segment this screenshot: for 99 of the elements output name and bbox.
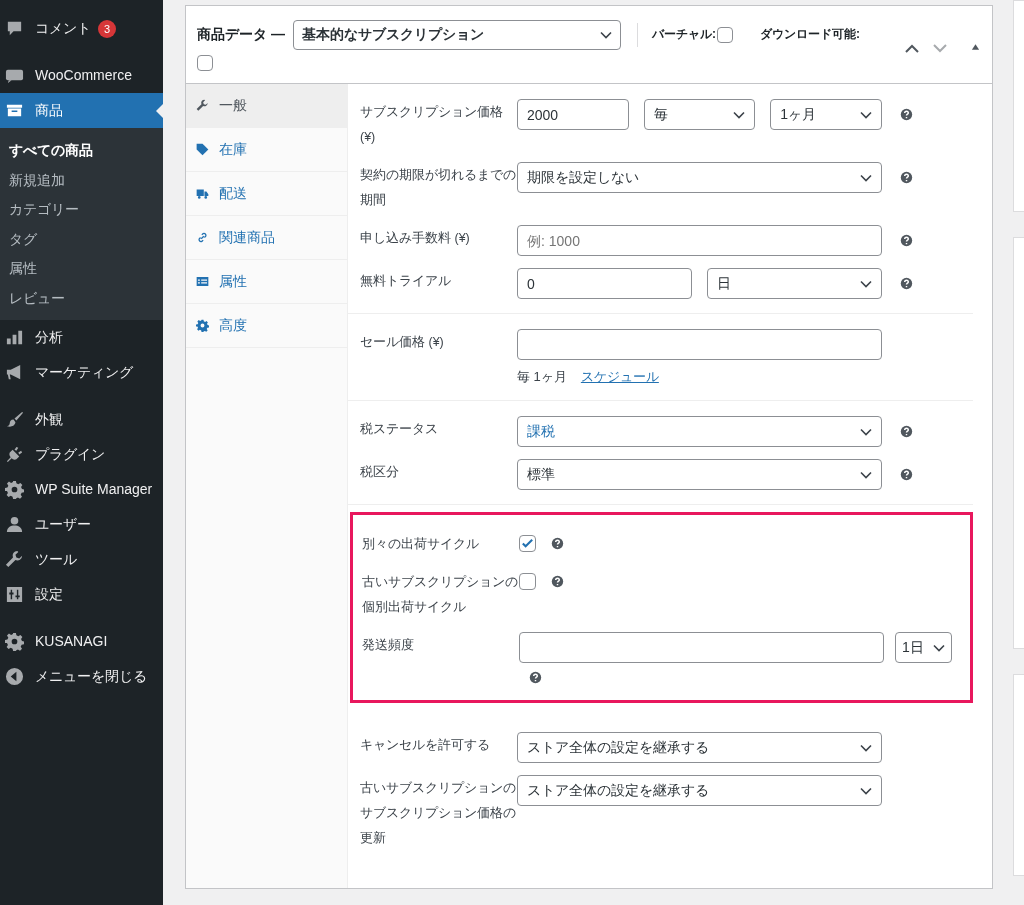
field-label: キャンセルを許可する	[360, 737, 491, 754]
dropdown[interactable]: ストア全体の設定を継承する	[517, 732, 882, 763]
chevron-down-icon	[860, 743, 872, 752]
field-label: 古いサブスクリプションの個別出荷サイクル	[362, 574, 519, 616]
dropdown[interactable]: 標準	[517, 459, 882, 490]
user-icon	[5, 515, 24, 534]
truck-icon	[196, 187, 209, 200]
tab[interactable]: 在庫	[186, 128, 347, 172]
menu-item[interactable]: 商品	[0, 93, 163, 128]
schedule-link[interactable]: スケジュール	[580, 368, 659, 386]
field-label: サブスクリプション価格 (¥)	[360, 104, 504, 146]
checkbox[interactable]	[716, 26, 733, 43]
menu-item[interactable]: コメント 3	[0, 11, 163, 46]
help-icon[interactable]	[900, 234, 913, 247]
chevron-down-icon	[860, 470, 872, 479]
menu-item[interactable]: マーケティング	[0, 355, 163, 390]
list-card-icon	[196, 275, 209, 288]
menu-item[interactable]: メニューを閉じる	[0, 659, 163, 694]
settings-gear-icon	[5, 480, 24, 499]
menu-item[interactable]: 外観	[0, 402, 163, 437]
chevron-down-icon	[599, 30, 612, 39]
help-icon[interactable]	[900, 468, 913, 481]
text-field[interactable]	[517, 329, 882, 360]
submenu-item[interactable]: すべての商品	[0, 136, 163, 166]
tab[interactable]: 属性	[186, 260, 347, 304]
field-label: 別々の出荷サイクル	[362, 536, 480, 553]
dropdown[interactable]: 毎	[643, 99, 756, 130]
wrench-icon	[196, 99, 209, 112]
chevron-down-icon	[933, 643, 945, 652]
dropdown[interactable]: 課税	[517, 416, 882, 447]
product-type-dropdown[interactable]: 基本的なサブスクリプション	[292, 19, 621, 50]
checkbox[interactable]	[519, 535, 536, 552]
text-field[interactable]	[519, 632, 884, 663]
chevron-up-icon[interactable]	[905, 44, 919, 53]
menu-item[interactable]: KUSANAGI	[0, 624, 163, 659]
menu-item[interactable]: 設定	[0, 577, 163, 612]
dropdown[interactable]: 日	[707, 268, 882, 299]
field-label: 申し込み手数料 (¥)	[360, 230, 471, 247]
plug-icon	[5, 445, 24, 464]
tab[interactable]: 一般	[186, 84, 347, 128]
collapse-arrow-icon	[5, 667, 24, 686]
dropdown[interactable]: ストア全体の設定を継承する	[517, 775, 882, 806]
wrench-icon	[5, 550, 24, 569]
help-icon[interactable]	[900, 425, 913, 438]
tab[interactable]: 配送	[186, 172, 347, 216]
dropdown[interactable]: 期限を設定しない	[517, 162, 882, 193]
submenu-item[interactable]: タグ	[0, 224, 163, 254]
chevron-down-icon	[860, 279, 872, 288]
field-label: セール価格 (¥)	[360, 334, 445, 351]
checkbox[interactable]	[197, 55, 213, 71]
chevron-down-icon	[733, 110, 746, 119]
tab[interactable]: 関連商品	[186, 216, 347, 260]
panel-title: 商品データ —	[197, 25, 285, 44]
submenu-item[interactable]: 新規追加	[0, 165, 163, 195]
checkbox[interactable]	[519, 573, 536, 590]
price-note: 毎 1ヶ月	[517, 368, 567, 386]
menu-item[interactable]: 分析	[0, 320, 163, 355]
submenu-item[interactable]: 属性	[0, 254, 163, 284]
field-label: 発送頻度	[362, 637, 415, 654]
help-icon[interactable]	[900, 277, 913, 290]
link-icon	[196, 231, 209, 244]
field-label: 古いサブスクリプションのサブスクリプション価格の更新	[360, 780, 517, 847]
bar-chart-icon	[5, 328, 24, 347]
chevron-down-icon	[860, 173, 872, 182]
dropdown[interactable]: 1日	[895, 632, 952, 663]
dropdown[interactable]: 1ヶ月	[770, 99, 882, 130]
checkmark-icon	[520, 536, 535, 551]
menu-item[interactable]: プラグイン	[0, 437, 163, 472]
tag-icon	[196, 143, 209, 156]
help-icon[interactable]	[900, 108, 913, 121]
paintbrush-icon	[5, 410, 24, 429]
field-label: 無料トライアル	[360, 273, 452, 290]
submenu-item[interactable]: レビュー	[0, 283, 163, 313]
option-label: バーチャル:	[651, 26, 716, 43]
count-badge: 3	[98, 19, 116, 38]
chevron-down-icon	[860, 786, 872, 795]
settings-gear-icon	[5, 632, 24, 651]
menu-item[interactable]: ツール	[0, 542, 163, 577]
tab[interactable]: 高度	[186, 304, 347, 348]
field-label: 税ステータス	[360, 421, 439, 438]
collapse-triangle-icon[interactable]	[971, 42, 980, 51]
chevron-down-icon	[860, 427, 872, 436]
field-label: 契約の期限が切れるまでの期間	[360, 167, 517, 209]
text-field[interactable]: 2000	[517, 99, 629, 130]
option-label: ダウンロード可能:	[759, 26, 860, 43]
help-icon[interactable]	[900, 171, 913, 184]
settings-gear-icon	[196, 319, 209, 332]
menu-item[interactable]: WP Suite Manager	[0, 472, 163, 507]
help-icon[interactable]	[551, 537, 564, 550]
menu-item[interactable]: ユーザー	[0, 507, 163, 542]
chevron-down-icon	[860, 110, 872, 119]
help-icon[interactable]	[551, 575, 564, 588]
submenu-item[interactable]: カテゴリー	[0, 195, 163, 225]
menu-item[interactable]: WooCommerce	[0, 58, 163, 93]
sliders-icon	[5, 585, 24, 604]
text-field[interactable]: 例: 1000	[517, 225, 882, 256]
text-field[interactable]: 0	[517, 268, 692, 299]
help-icon[interactable]	[529, 671, 542, 684]
field-label: 税区分	[360, 464, 400, 481]
